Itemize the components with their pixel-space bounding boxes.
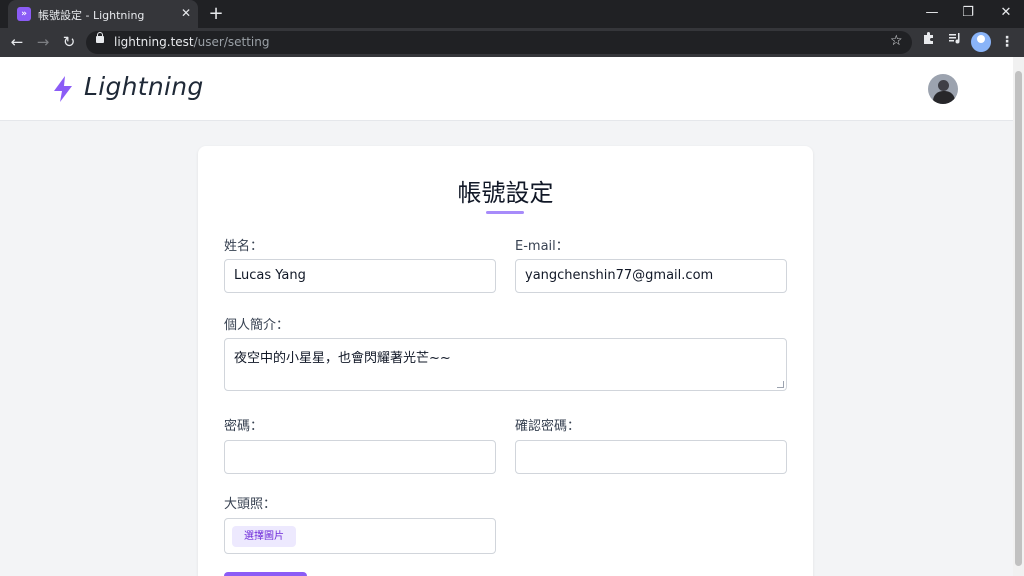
choose-image-button[interactable]: 選擇圖片 (232, 526, 296, 547)
password-field[interactable] (224, 440, 496, 474)
name-field[interactable]: Lucas Yang (224, 259, 496, 293)
avatar-head-shape (938, 80, 949, 91)
site-header: Lightning (0, 57, 1013, 121)
url-path: /user/setting (193, 35, 270, 49)
page-viewport: Lightning 帳號設定 姓名： Lucas Yang E-mail： ya… (0, 57, 1024, 576)
bio-textarea[interactable]: 夜空中的小星星，也會閃耀著光芒~~ (224, 338, 787, 391)
lock-icon (96, 32, 104, 43)
avatar-body-shape (933, 91, 955, 104)
password-label: 密碼： (224, 419, 264, 434)
window-close-button[interactable]: ✕ (988, 0, 1024, 28)
tab-close-icon[interactable]: ✕ (179, 6, 193, 20)
media-control-icon[interactable] (944, 31, 966, 53)
resize-handle-icon[interactable] (777, 381, 784, 388)
forward-arrow-icon[interactable]: → (32, 31, 54, 53)
address-bar[interactable]: lightning.test/user/setting ☆ (86, 31, 912, 54)
browser-profile-icon[interactable] (971, 32, 991, 52)
user-avatar[interactable] (928, 74, 958, 104)
email-label: E-mail： (515, 239, 569, 254)
avatar-file-input[interactable]: 選擇圖片 (224, 518, 496, 554)
url-host: lightning.test (114, 35, 194, 49)
title-underline (486, 211, 524, 214)
lightning-bolt-icon[interactable] (52, 76, 74, 102)
scrollbar-thumb[interactable] (1015, 71, 1022, 566)
browser-menu-icon[interactable]: ⋮ (998, 31, 1016, 53)
bio-label: 個人簡介： (224, 318, 290, 333)
window-restore-button[interactable]: ❐ (950, 0, 986, 28)
extensions-puzzle-icon[interactable] (918, 31, 940, 53)
back-arrow-icon[interactable]: ← (6, 31, 28, 53)
page-title: 帳號設定 (457, 179, 554, 207)
avatar-upload-label: 大頭照： (224, 497, 277, 512)
account-settings-card: 帳號設定 姓名： Lucas Yang E-mail： yangchenshin… (198, 146, 813, 576)
confirm-password-label: 確認密碼： (515, 419, 581, 434)
window-minimize-button[interactable]: — (914, 0, 950, 28)
url-text: lightning.test/user/setting (114, 35, 270, 49)
name-label: 姓名： (224, 239, 264, 254)
new-tab-button[interactable]: + (206, 4, 226, 24)
confirm-password-field[interactable] (515, 440, 787, 474)
browser-toolbar: ← → ↻ lightning.test/user/setting ☆ ⋮ (0, 28, 1024, 57)
email-field[interactable]: yangchenshin77@gmail.com (515, 259, 787, 293)
tab-title: 帳號設定 - Lightning (38, 9, 145, 22)
reload-icon[interactable]: ↻ (58, 31, 80, 53)
submit-button[interactable] (224, 572, 307, 576)
browser-tab[interactable]: » 帳號設定 - Lightning ✕ (8, 0, 198, 28)
favicon-icon: » (17, 7, 31, 21)
browser-tab-strip: » 帳號設定 - Lightning ✕ + — ❐ ✕ (0, 0, 1024, 28)
bio-text: 夜空中的小星星，也會閃耀著光芒~~ (234, 351, 451, 366)
bookmark-star-icon[interactable]: ☆ (890, 33, 903, 49)
site-logo-text[interactable]: Lightning (84, 72, 204, 101)
page-scrollbar[interactable] (1013, 57, 1024, 576)
